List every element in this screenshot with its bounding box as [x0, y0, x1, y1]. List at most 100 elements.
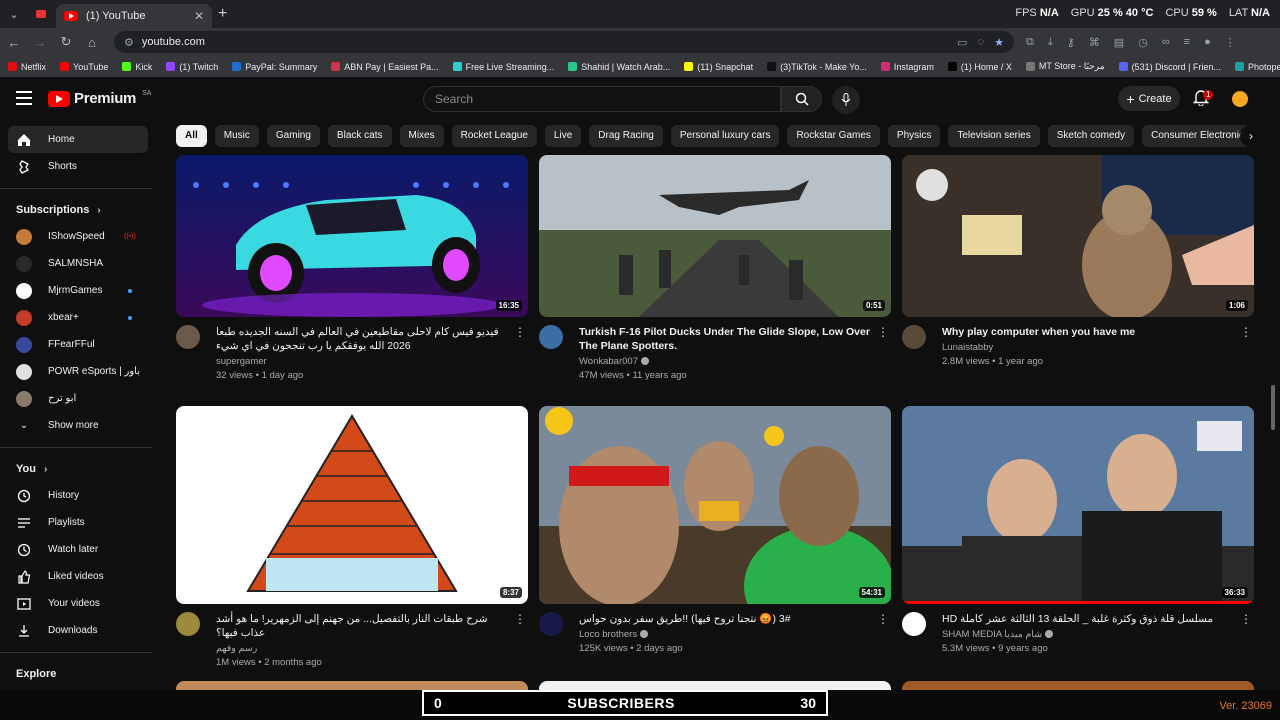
filter-chip[interactable]: Sketch comedy — [1047, 125, 1135, 147]
browser-tab-youtube[interactable]: (1) YouTube ✕ — [56, 4, 212, 28]
bookmark-item[interactable]: (1) Home / X — [947, 62, 1012, 72]
chips-next-arrow-icon[interactable]: › — [1240, 125, 1262, 147]
subscription-item[interactable]: FFearFFul — [0, 331, 160, 358]
channel-name[interactable]: Lunaistabby — [942, 342, 1254, 353]
account-avatar[interactable] — [1232, 91, 1248, 107]
tab-search-icon[interactable]: ⌄ — [4, 4, 24, 24]
channel-avatar[interactable] — [902, 325, 926, 349]
filter-chip[interactable]: Gaming — [266, 125, 320, 147]
video-title[interactable]: 3# (😡 نتجنا تروح فيها) !!طريق سفر بدون ح… — [579, 612, 891, 626]
translate-icon[interactable]: ⌘ — [1089, 36, 1100, 49]
channel-name[interactable]: supergamer — [216, 356, 528, 367]
reload-icon[interactable]: ↻ — [54, 34, 78, 50]
bookmark-item[interactable]: ABN Pay | Easiest Pa... — [331, 62, 439, 72]
bookmark-item[interactable]: (531) Discord | Frien... — [1118, 62, 1221, 72]
home-icon[interactable]: ⌂ — [80, 35, 104, 50]
channel-avatar[interactable] — [176, 325, 200, 349]
video-thumbnail[interactable]: 8:37 — [176, 406, 528, 604]
bookmark-item[interactable]: Shahid | Watch Arab... — [568, 62, 670, 72]
bookmark-star-icon[interactable]: ★ — [994, 36, 1004, 49]
filter-chip[interactable]: All — [176, 125, 207, 147]
sidebar-item-history[interactable]: History — [0, 482, 160, 509]
channel-name[interactable]: Loco brothers — [579, 629, 891, 640]
subscription-item[interactable]: ابو ترح — [0, 385, 160, 412]
you-heading[interactable]: You › — [0, 456, 160, 482]
more-options-icon[interactable]: ⋮ — [877, 325, 889, 339]
video-thumbnail[interactable]: 16:35 — [176, 155, 528, 317]
voice-search-button[interactable] — [832, 86, 860, 114]
bookmark-item[interactable]: YouTube — [60, 62, 108, 72]
filter-chip[interactable]: Physics — [887, 125, 941, 147]
new-tab-icon[interactable]: + — [218, 5, 227, 23]
video-title[interactable]: Why play computer when you have me — [942, 325, 1254, 339]
bookmark-item[interactable]: Instagram — [880, 62, 934, 72]
install-icon[interactable]: ▭ — [957, 36, 967, 49]
bookmark-item[interactable]: MT Store - مرحبًا — [1025, 61, 1105, 72]
bookmark-item[interactable]: Netflix — [8, 62, 46, 72]
video-card[interactable]: 54:31 3# (😡 نتجنا تروح فيها) !!طريق سفر … — [539, 406, 891, 674]
close-tab-icon[interactable]: ✕ — [194, 9, 204, 23]
menu-icon[interactable]: ⋮ — [1225, 36, 1236, 49]
more-options-icon[interactable]: ⋮ — [1240, 612, 1252, 626]
more-options-icon[interactable]: ⋮ — [514, 325, 526, 339]
video-title[interactable]: HD مسلسل قلة ذوق وكثرة غلبة _ الحلقة 13 … — [942, 612, 1254, 626]
video-card[interactable]: 1:06 Why play computer when you have me … — [902, 155, 1254, 387]
channel-avatar[interactable] — [539, 612, 563, 636]
channel-name[interactable]: رسم وفهم — [216, 643, 528, 654]
channel-avatar[interactable] — [902, 612, 926, 636]
more-options-icon[interactable]: ⋮ — [1240, 325, 1252, 339]
channel-avatar[interactable] — [539, 325, 563, 349]
bookmark-item[interactable]: (1) Twitch — [166, 62, 218, 72]
sidepanel-icon[interactable]: ≡ — [1184, 36, 1190, 49]
bookmark-item[interactable]: (11) Snapchat — [684, 62, 753, 72]
sidebar-item-liked-videos[interactable]: Liked videos — [0, 563, 160, 590]
video-title[interactable]: فيديو فيس كام لاحلى مقاطيعين في العالم ف… — [216, 325, 528, 353]
filter-chip[interactable]: Mixes — [399, 125, 444, 147]
bookmark-item[interactable]: PayPal: Summary — [232, 62, 317, 72]
subscription-item[interactable]: IShowSpeed ((•)) — [0, 223, 160, 250]
video-title[interactable]: Turkish F-16 Pilot Ducks Under The Glide… — [579, 325, 891, 353]
filter-chip[interactable]: Drag Racing — [589, 125, 663, 147]
video-thumbnail[interactable]: 54:31 — [539, 406, 891, 604]
subscription-item[interactable]: POWR eSports | باور — [0, 358, 160, 385]
search-button[interactable] — [781, 86, 822, 112]
link-icon[interactable]: ∞ — [1162, 36, 1170, 49]
channel-avatar[interactable] — [176, 612, 200, 636]
filter-chip[interactable]: Television series — [948, 125, 1040, 147]
search-input[interactable]: Search — [423, 86, 781, 112]
site-info-icon[interactable]: ⚙ — [124, 36, 134, 49]
filter-chip[interactable]: Music — [214, 125, 259, 147]
extensions-icon[interactable]: ⧉ — [1026, 36, 1034, 49]
back-icon[interactable]: ← — [2, 35, 26, 50]
video-title[interactable]: شرح طبقات النار بالتفصيل... من جهنم إلى … — [216, 612, 528, 640]
channel-name[interactable]: SHAM MEDIA شام ميديا — [942, 629, 1254, 640]
video-thumbnail[interactable]: 1:06 — [902, 155, 1254, 317]
video-thumbnail-partial[interactable] — [902, 681, 1254, 690]
bookmark-item[interactable]: Kick — [122, 62, 152, 72]
show-more-button[interactable]: ⌄ Show more — [0, 412, 160, 439]
sidebar-item-playlists[interactable]: Playlists — [0, 509, 160, 536]
sidebar-item-shorts[interactable]: Shorts — [0, 153, 160, 180]
forward-icon[interactable]: → — [28, 35, 52, 50]
sidebar-item-home[interactable]: Home — [8, 126, 148, 153]
filter-chip[interactable]: Live — [544, 125, 582, 147]
bookmark-item[interactable]: Free Live Streaming... — [452, 62, 554, 72]
key-icon[interactable]: ⚷ — [1067, 36, 1075, 49]
video-card[interactable]: 0:51 Turkish F-16 Pilot Ducks Under The … — [539, 155, 891, 387]
video-thumbnail-partial[interactable] — [539, 681, 891, 690]
more-options-icon[interactable]: ⋮ — [514, 612, 526, 626]
scrollbar-thumb[interactable] — [1271, 385, 1275, 430]
subscription-item[interactable]: xbear+ — [0, 304, 160, 331]
sidebar-item-watch-later[interactable]: Watch later — [0, 536, 160, 563]
history-ext-icon[interactable]: ◷ — [1138, 36, 1148, 49]
subscription-item[interactable]: MjrmGames — [0, 277, 160, 304]
filter-chip[interactable]: Rockstar Games — [787, 125, 880, 147]
subscriptions-heading[interactable]: Subscriptions › — [0, 197, 160, 223]
sidebar-item-your-videos[interactable]: Your videos — [0, 590, 160, 617]
downloads-icon[interactable]: ⤓ — [1048, 36, 1053, 49]
card-icon[interactable]: ▤ — [1114, 36, 1124, 49]
video-card[interactable]: 36:33 HD مسلسل قلة ذوق وكثرة غلبة _ الحل… — [902, 406, 1254, 674]
video-thumbnail[interactable]: 36:33 — [902, 406, 1254, 604]
address-bar[interactable]: ⚙ youtube.com ▭ ◌ ★ — [114, 31, 1014, 53]
video-thumbnail-partial[interactable] — [176, 681, 528, 690]
